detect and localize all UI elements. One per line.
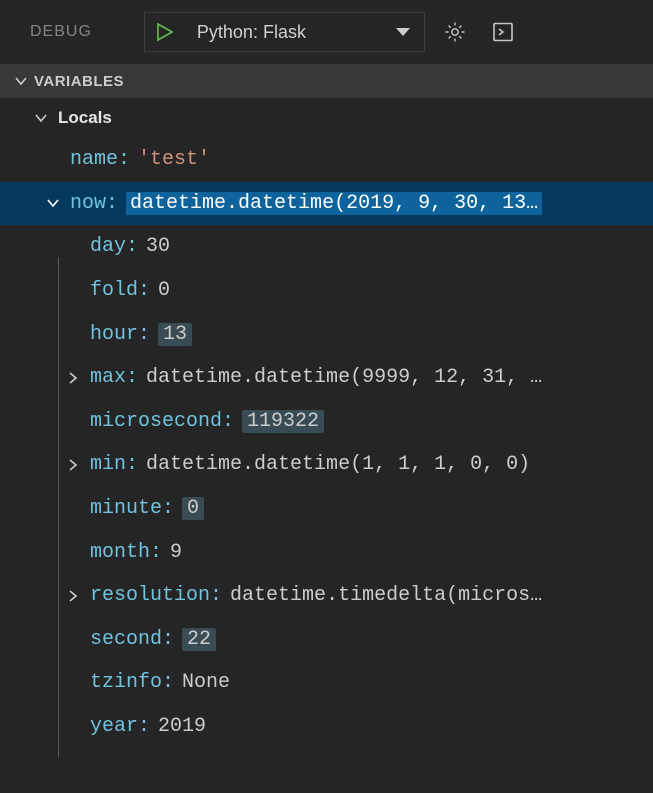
variable-key: tzinfo: [90, 671, 162, 694]
variable-value: datetime.datetime(9999, 12, 31, …: [146, 366, 542, 389]
variable-key: second: [90, 628, 162, 651]
debug-toolbar: DEBUG Python: Flask: [0, 0, 653, 64]
chevron-right-icon: [66, 371, 80, 385]
scope-locals-header[interactable]: Locals: [0, 98, 653, 138]
variable-value: 0: [158, 279, 170, 302]
variables-section-header[interactable]: VARIABLES: [0, 64, 653, 98]
play-icon: [157, 23, 173, 41]
variable-value: 2019: [158, 715, 206, 738]
debug-console-button[interactable]: [485, 14, 521, 50]
variable-row-year[interactable]: year: 2019: [0, 705, 653, 749]
variable-row-microsecond[interactable]: microsecond: 119322: [0, 400, 653, 444]
variable-value: 'test': [138, 148, 210, 171]
chevron-down-icon: [46, 196, 60, 210]
variable-value: 22: [182, 628, 216, 651]
variable-row-name[interactable]: name: 'test': [0, 138, 653, 182]
chevron-down-icon: [34, 111, 48, 125]
variable-key: hour: [90, 323, 138, 346]
variable-value: datetime.datetime(1, 1, 1, 0, 0): [146, 453, 530, 476]
chevron-right-icon: [66, 458, 80, 472]
settings-button[interactable]: [437, 14, 473, 50]
debug-config-box: Python: Flask: [144, 12, 425, 52]
variable-row-resolution[interactable]: resolution: datetime.timedelta(micros…: [0, 574, 653, 618]
variable-row-now[interactable]: now: datetime.datetime(2019, 9, 30, 13…: [0, 182, 653, 226]
tree-guide-line: [58, 257, 59, 757]
gear-icon: [443, 20, 467, 44]
variable-value: 9: [170, 541, 182, 564]
variable-row-max[interactable]: max: datetime.datetime(9999, 12, 31, …: [0, 356, 653, 400]
variable-row-tzinfo[interactable]: tzinfo: None: [0, 661, 653, 705]
variable-key: fold: [90, 279, 138, 302]
variable-value: None: [182, 671, 230, 694]
chevron-down-icon: [14, 74, 28, 88]
variable-row-day[interactable]: day: 30: [0, 225, 653, 269]
panel-title: DEBUG: [30, 23, 132, 41]
variable-key: max: [90, 366, 126, 389]
variable-key: year: [90, 715, 138, 738]
variable-row-min[interactable]: min: datetime.datetime(1, 1, 1, 0, 0): [0, 443, 653, 487]
variable-value: datetime.timedelta(micros…: [230, 584, 542, 607]
variable-row-second[interactable]: second: 22: [0, 618, 653, 662]
variable-key: minute: [90, 497, 162, 520]
debug-console-icon: [491, 20, 515, 44]
variable-row-fold[interactable]: fold: 0: [0, 269, 653, 313]
scope-locals-label: Locals: [58, 108, 112, 128]
chevron-right-icon: [66, 589, 80, 603]
variable-value: 119322: [242, 410, 324, 433]
variable-value: datetime.datetime(2019, 9, 30, 13…: [126, 192, 542, 215]
variable-key: month: [90, 541, 150, 564]
debug-config-select[interactable]: Python: Flask: [183, 13, 424, 51]
variable-row-hour[interactable]: hour: 13: [0, 312, 653, 356]
debug-config-label: Python: Flask: [197, 22, 306, 43]
variable-key: now: [70, 192, 106, 215]
variable-value: 0: [182, 497, 204, 520]
variable-value: 13: [158, 323, 192, 346]
start-debug-button[interactable]: [145, 23, 183, 41]
variable-row-minute[interactable]: minute: 0: [0, 487, 653, 531]
variables-section-label: VARIABLES: [34, 73, 124, 90]
variable-key: day: [90, 235, 126, 258]
variable-row-month[interactable]: month: 9: [0, 530, 653, 574]
variable-key: name: [70, 148, 118, 171]
variable-key: resolution: [90, 584, 210, 607]
variable-key: microsecond: [90, 410, 222, 433]
chevron-down-icon: [396, 28, 410, 36]
variable-value: 30: [146, 235, 170, 258]
variable-key: min: [90, 453, 126, 476]
